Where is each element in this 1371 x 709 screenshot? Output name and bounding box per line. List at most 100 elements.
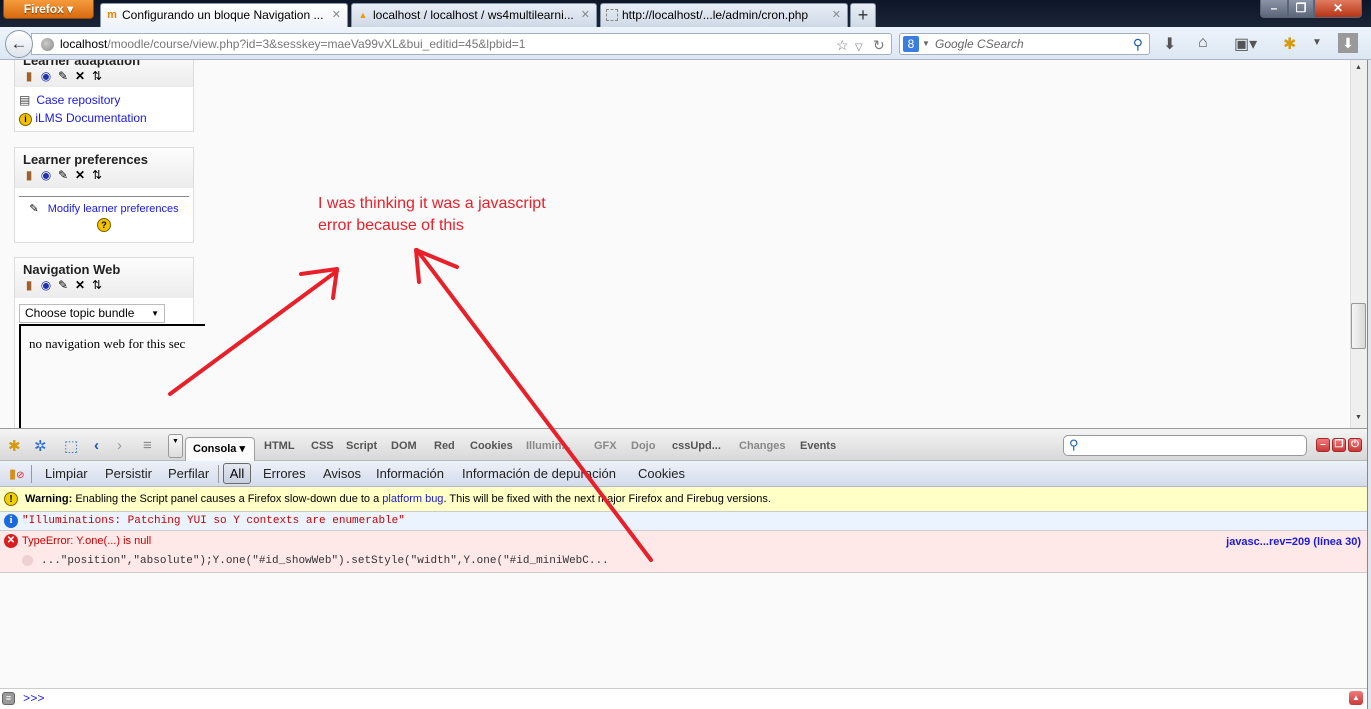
hide-icon[interactable]: ◉ xyxy=(40,169,52,181)
command-line[interactable]: ≡ >>> ▲ xyxy=(0,688,1367,709)
inspect-bug-icon[interactable]: ✲ xyxy=(34,437,47,455)
close-window-button[interactable]: ✕ xyxy=(1314,0,1362,18)
delete-icon[interactable]: ✕ xyxy=(74,169,86,181)
ilms-documentation-link[interactable]: i iLMS Documentation xyxy=(19,109,189,127)
block-title: Learner adaptation xyxy=(23,60,141,68)
collapse-console-icon[interactable]: ▲ xyxy=(1349,691,1363,705)
edit-icon[interactable]: ✎ xyxy=(57,279,69,291)
scrollbar-thumb[interactable] xyxy=(1351,303,1366,349)
tab-html[interactable]: HTML xyxy=(264,440,295,452)
hide-icon[interactable]: ◉ xyxy=(40,70,52,82)
minimize-button[interactable]: – xyxy=(1260,0,1288,18)
back-icon[interactable]: ‹ xyxy=(94,437,99,454)
filter-info-button[interactable]: Información xyxy=(376,466,444,481)
bookmarks-icon[interactable]: ▣▾ xyxy=(1234,34,1257,54)
page-scrollbar[interactable]: ▲ ▼ xyxy=(1350,60,1367,428)
edit-icon[interactable]: ✎ xyxy=(57,70,69,82)
phpmyadmin-icon: ▲ xyxy=(358,10,368,20)
filter-errors-button[interactable]: Errores xyxy=(263,466,306,481)
hide-icon[interactable]: ◉ xyxy=(40,279,52,291)
move-icon[interactable]: ▮ xyxy=(23,70,35,82)
firefox-menu-button[interactable]: Firefox ▾ xyxy=(3,0,94,19)
move-icon[interactable]: ▮ xyxy=(23,279,35,291)
case-repository-link[interactable]: ▤ Case repository xyxy=(19,91,189,109)
delete-icon[interactable]: ✕ xyxy=(74,70,86,82)
download-manager-icon[interactable]: ⬇ xyxy=(1338,33,1358,53)
list-icon[interactable]: ≡ xyxy=(143,437,152,454)
info-icon: i xyxy=(4,514,18,528)
url-bar[interactable]: localhost/moodle/course/view.php?id=3&se… xyxy=(31,33,892,55)
scroll-down-icon[interactable]: ▼ xyxy=(1355,414,1362,421)
tab-cron[interactable]: http://localhost/...le/admin/cron.php ✕ xyxy=(600,3,848,27)
navigation-bar: localhost/moodle/course/view.php?id=3&se… xyxy=(0,27,1371,60)
filter-debug-info-button[interactable]: Información de depuración xyxy=(462,466,616,481)
tab-dojo[interactable]: Dojo xyxy=(631,440,655,452)
tab-script[interactable]: Script xyxy=(346,440,377,452)
close-tab-icon[interactable]: ✕ xyxy=(332,4,341,26)
platform-bug-link[interactable]: platform bug xyxy=(382,493,443,505)
filter-cookies-button[interactable]: Cookies xyxy=(638,466,685,481)
tab-configurando[interactable]: m Configurando un bloque Navigation ... … xyxy=(100,3,348,27)
expand-command-editor-icon[interactable]: ≡ xyxy=(2,692,15,705)
firebug-minimize-button[interactable]: – xyxy=(1316,438,1330,452)
chevron-down-icon: ▼ xyxy=(151,309,159,318)
home-icon[interactable]: ⌂ xyxy=(1198,34,1208,52)
help-icon[interactable]: ? xyxy=(97,218,111,232)
tab-cssupdater[interactable]: cssUpd... xyxy=(672,440,721,452)
bookmark-star-icon[interactable]: ☆ xyxy=(836,35,849,55)
tab-dom[interactable]: DOM xyxy=(391,440,417,452)
panel-menu-button[interactable]: ▼ xyxy=(168,434,183,458)
firebug-icon[interactable]: ✱ xyxy=(8,437,21,455)
download-icon[interactable]: ⬇ xyxy=(1163,34,1176,54)
delete-icon[interactable]: ✕ xyxy=(74,279,86,291)
tab-css[interactable]: CSS xyxy=(311,440,334,452)
search-input[interactable]: 8 ▼ Google CSearch ⚲ xyxy=(899,33,1150,55)
annotation-text: I was thinking it was a javascript error… xyxy=(318,195,546,234)
profile-button[interactable]: Perfilar xyxy=(168,466,209,481)
tab-events[interactable]: Events xyxy=(800,440,836,452)
error-source-link[interactable]: javasc...rev=209 (línea 30) xyxy=(1226,536,1361,548)
tab-red[interactable]: Red xyxy=(434,440,455,452)
history-dropdown-icon[interactable]: ▽ xyxy=(855,38,863,58)
reload-icon[interactable]: ↻ xyxy=(873,35,885,55)
tab-consola[interactable]: Consola ▾ xyxy=(185,437,255,462)
new-tab-button[interactable]: + xyxy=(850,3,876,27)
filter-warnings-button[interactable]: Avisos xyxy=(323,466,361,481)
firebug-close-button[interactable]: ⏻ xyxy=(1348,438,1362,452)
chevron-down-icon[interactable]: ▼ xyxy=(1312,37,1322,48)
firebug-detach-button[interactable]: ❐ xyxy=(1332,438,1346,452)
firebug-icon[interactable]: ✱ xyxy=(1283,34,1296,54)
filter-all-button[interactable]: All xyxy=(223,463,251,484)
tab-gfx[interactable]: GFX xyxy=(594,440,617,452)
back-button[interactable]: ← xyxy=(5,30,33,58)
tab-changes[interactable]: Changes xyxy=(739,440,785,452)
restore-button[interactable]: ❐ xyxy=(1288,0,1314,18)
tab-cookies[interactable]: Cookies xyxy=(470,440,513,452)
tab-illuminations[interactable]: Illumin... xyxy=(526,440,571,452)
breakpoint-toggle-icon[interactable] xyxy=(22,555,33,566)
tab-phpmyadmin[interactable]: ▲ localhost / localhost / ws4multilearni… xyxy=(351,3,597,27)
error-title[interactable]: TypeError: Y.one(...) is null xyxy=(22,535,151,547)
block-navigation-web: Navigation Web ▮ ◉ ✎ ✕ ⇅ Choose topic bu… xyxy=(14,257,205,428)
chevron-down-icon[interactable]: ▼ xyxy=(922,34,930,54)
edit-icon[interactable]: ✎ xyxy=(57,169,69,181)
close-tab-icon[interactable]: ✕ xyxy=(581,4,590,26)
scroll-up-icon[interactable]: ▲ xyxy=(1355,64,1362,71)
clear-breakpoints-icon[interactable]: ▮⊘ xyxy=(9,466,25,482)
console-error-row[interactable]: ✕ TypeError: Y.one(...) is null javasc..… xyxy=(0,531,1367,573)
topic-bundle-select[interactable]: Choose topic bundle ▼ xyxy=(19,304,165,323)
inspect-element-icon[interactable]: ⬚ xyxy=(64,437,78,455)
modify-learner-preferences-link[interactable]: ✎ Modify learner preferences xyxy=(19,202,189,215)
clear-button[interactable]: Limpiar xyxy=(45,466,88,481)
persist-button[interactable]: Persistir xyxy=(105,466,152,481)
forward-icon[interactable]: › xyxy=(117,437,122,454)
close-tab-icon[interactable]: ✕ xyxy=(832,4,841,26)
globe-icon xyxy=(41,38,54,51)
blank-page-icon xyxy=(606,9,618,21)
search-icon[interactable]: ⚲ xyxy=(1133,34,1143,54)
move-updown-icon[interactable]: ⇅ xyxy=(91,279,103,291)
move-updown-icon[interactable]: ⇅ xyxy=(91,169,103,181)
move-updown-icon[interactable]: ⇅ xyxy=(91,70,103,82)
firebug-search-input[interactable]: ⚲ xyxy=(1063,435,1307,456)
move-icon[interactable]: ▮ xyxy=(23,169,35,181)
